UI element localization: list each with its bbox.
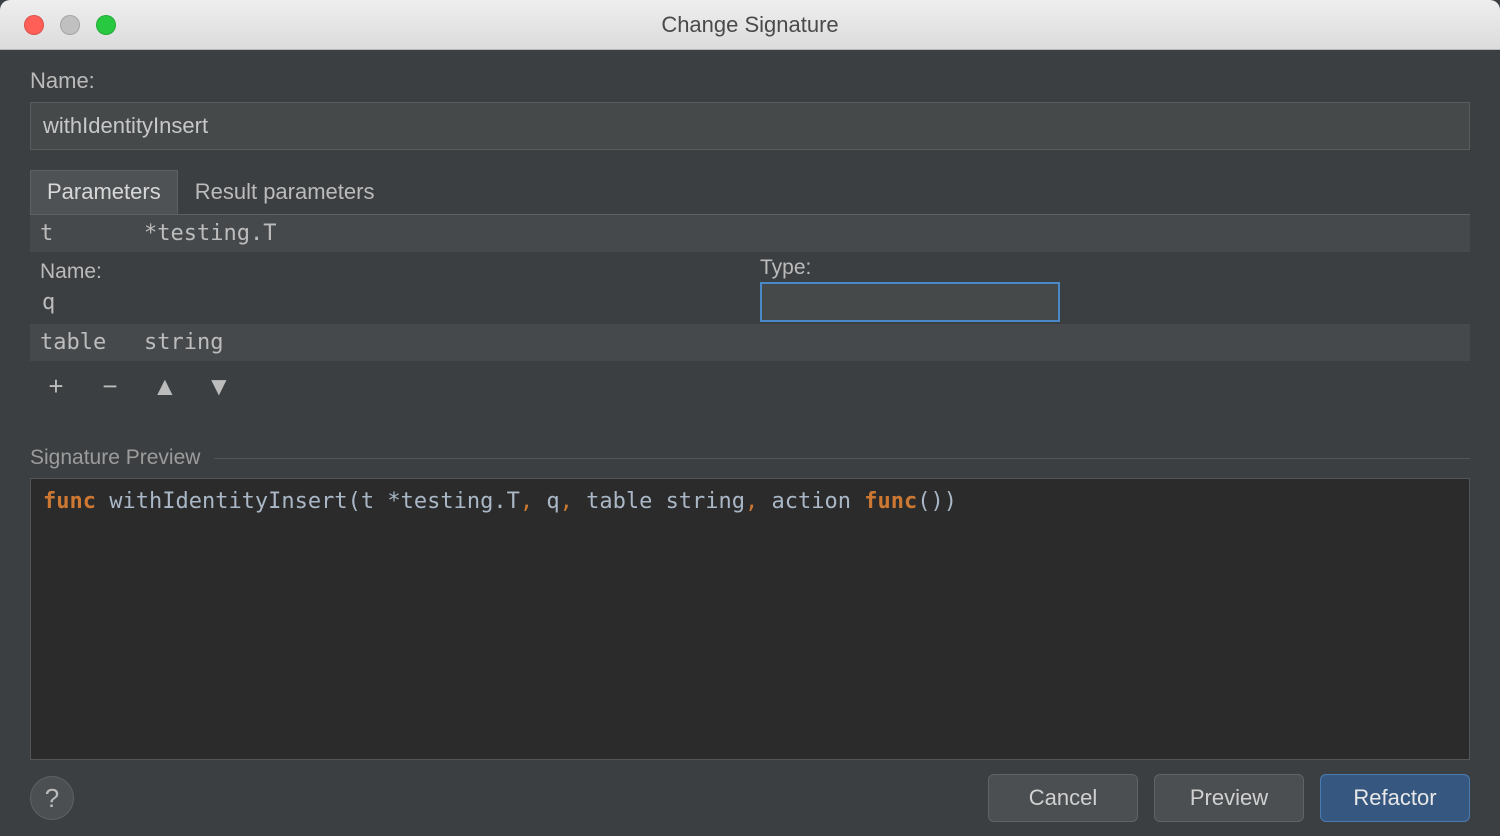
- tabs: Parameters Result parameters: [30, 170, 1470, 214]
- help-button[interactable]: ?: [30, 776, 74, 820]
- divider: [214, 458, 1470, 459]
- param-name-value[interactable]: q: [40, 286, 740, 319]
- table-row[interactable]: t *testing.T: [30, 215, 1470, 252]
- cancel-button[interactable]: Cancel: [988, 774, 1138, 822]
- param-type-label: Type:: [760, 256, 1460, 280]
- table-row-editing[interactable]: Name: q Type:: [30, 252, 1470, 324]
- tab-result-parameters[interactable]: Result parameters: [178, 170, 392, 214]
- parameters-table: t *testing.T Name: q Type: table string: [30, 214, 1470, 361]
- param-name: table: [40, 330, 130, 355]
- dialog-content: Name: Parameters Result parameters t *te…: [0, 50, 1500, 760]
- window-title: Change Signature: [0, 12, 1500, 38]
- signature-preview-title: Signature Preview: [30, 446, 200, 470]
- param-type-input[interactable]: [760, 282, 1060, 322]
- titlebar: Change Signature: [0, 0, 1500, 50]
- refactor-button[interactable]: Refactor: [1320, 774, 1470, 822]
- remove-icon[interactable]: −: [98, 371, 122, 402]
- dialog-footer: ? Cancel Preview Refactor: [0, 760, 1500, 836]
- name-label: Name:: [30, 68, 1470, 94]
- name-input[interactable]: [30, 102, 1470, 150]
- tab-parameters[interactable]: Parameters: [30, 170, 178, 214]
- signature-preview-section: Signature Preview func withIdentityInser…: [30, 446, 1470, 760]
- signature-preview: func withIdentityInsert(t *testing.T, q,…: [30, 478, 1470, 760]
- parameters-toolbar: + − ▲ ▼: [30, 361, 1470, 412]
- preview-button[interactable]: Preview: [1154, 774, 1304, 822]
- param-type: string: [144, 330, 223, 355]
- move-down-icon[interactable]: ▼: [206, 371, 230, 402]
- param-name-label: Name:: [40, 260, 740, 284]
- move-up-icon[interactable]: ▲: [152, 371, 176, 402]
- param-name: t: [40, 221, 130, 246]
- param-type: *testing.T: [144, 221, 276, 246]
- table-row[interactable]: table string: [30, 324, 1470, 361]
- add-icon[interactable]: +: [44, 371, 68, 402]
